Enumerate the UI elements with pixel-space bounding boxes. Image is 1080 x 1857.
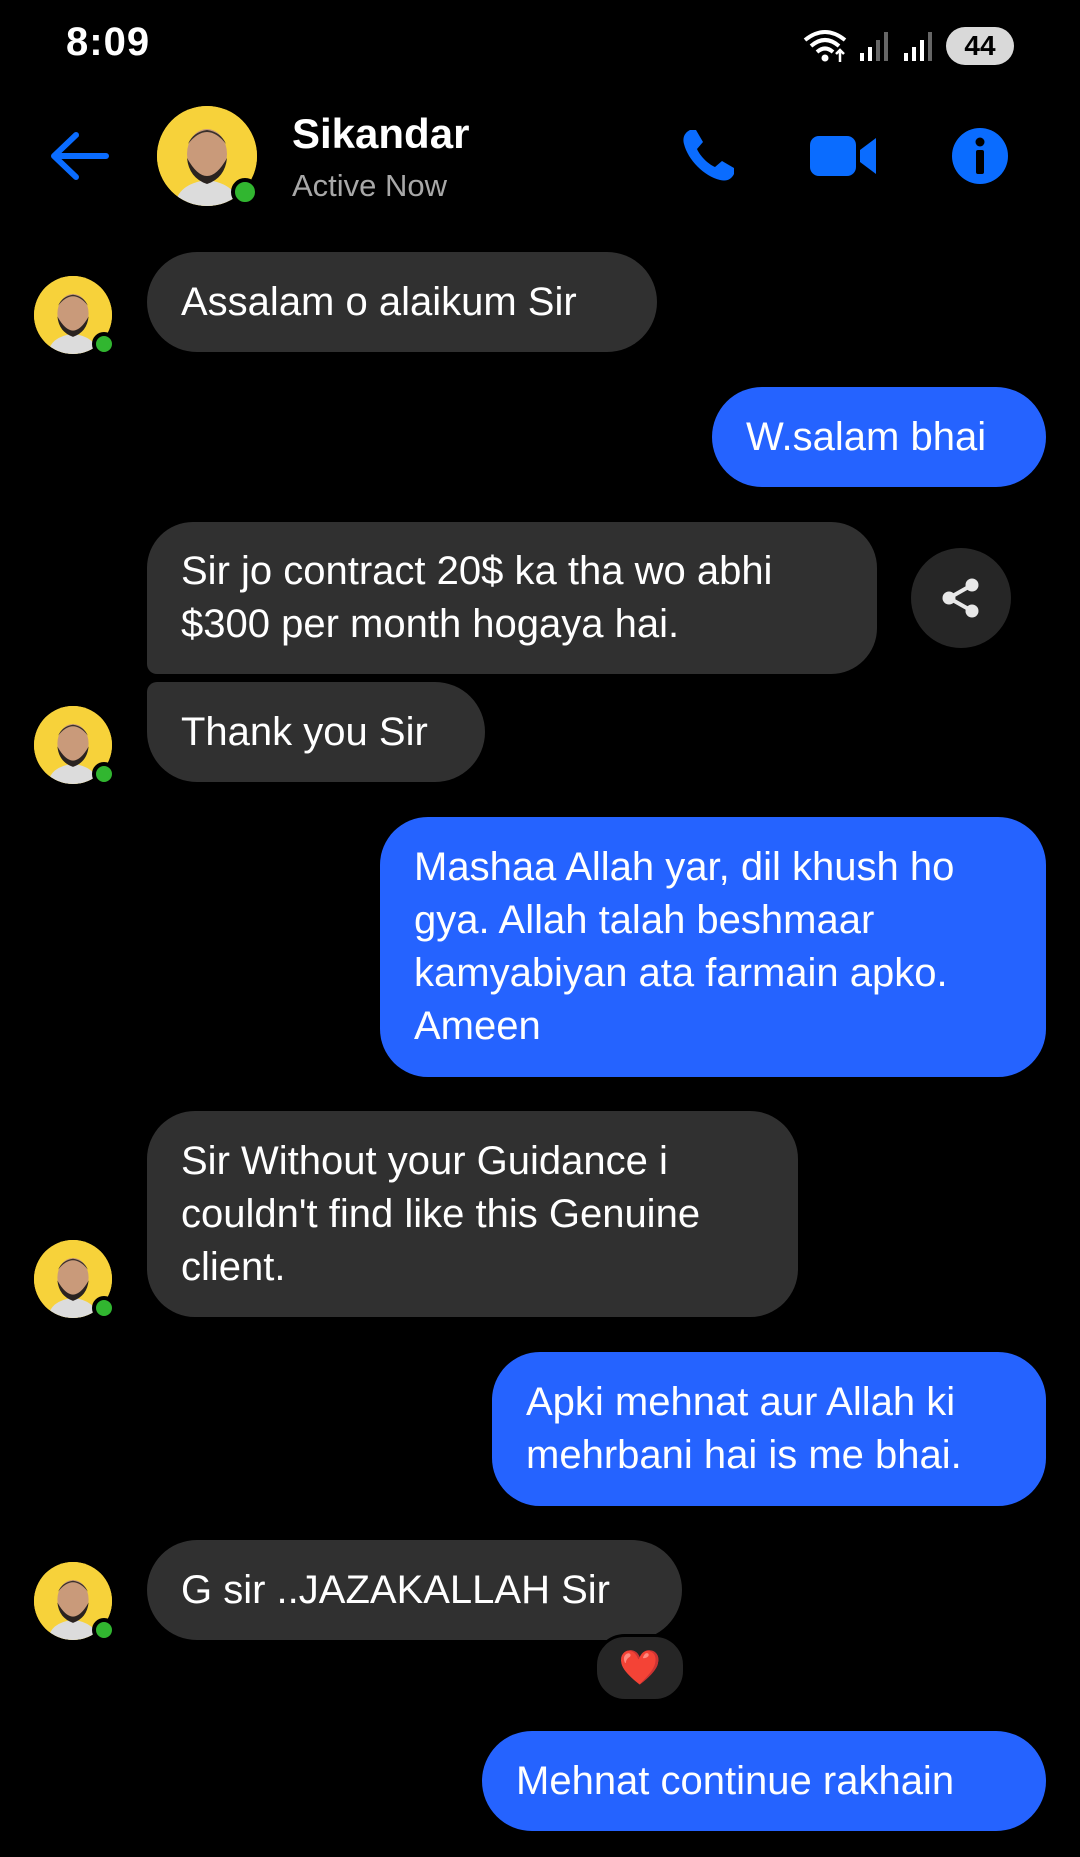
message-text: Mehnat continue rakhain — [516, 1758, 955, 1803]
video-camera-icon — [810, 136, 876, 176]
signal-icon — [904, 32, 932, 61]
heart-icon: ❤️ — [618, 1649, 662, 1687]
message-text: Mashaa Allah yar, dil khush ho gya. Alla… — [414, 845, 955, 1048]
chat-screen: 8:09 44 Sikandar Active Now Assalam o al… — [0, 0, 1080, 1857]
message-bubble-outgoing[interactable]: Apki mehnat aur Allah ki mehrbani hai is… — [492, 1352, 1046, 1506]
message-bubble-incoming[interactable]: Assalam o alaikum Sir — [147, 252, 657, 352]
phone-icon — [683, 130, 734, 181]
message-bubble-incoming[interactable]: Thank you Sir — [147, 682, 485, 782]
chat-header: Sikandar Active Now — [0, 96, 1080, 216]
message-text: Thank you Sir — [181, 709, 428, 754]
contact-avatar[interactable] — [157, 106, 259, 206]
wifi-icon — [803, 30, 847, 62]
online-indicator — [92, 762, 116, 786]
message-bubble-incoming[interactable]: Sir jo contract 20$ ka tha wo abhi $300 … — [147, 522, 877, 674]
contact-name[interactable]: Sikandar — [292, 110, 469, 158]
avatar — [34, 706, 116, 786]
message-bubble-outgoing[interactable]: Mehnat continue rakhain — [482, 1731, 1046, 1831]
sender-avatar[interactable] — [34, 276, 116, 356]
share-icon — [942, 578, 979, 618]
info-button[interactable] — [948, 124, 1012, 188]
call-button[interactable] — [676, 124, 740, 188]
message-text: Apki mehnat aur Allah ki mehrbani hai is… — [526, 1380, 962, 1477]
battery-icon: 44 — [946, 27, 1014, 65]
avatar — [34, 1562, 116, 1642]
message-text: Assalam o alaikum Sir — [181, 279, 577, 324]
back-arrow-icon — [51, 132, 109, 180]
sender-avatar[interactable] — [34, 1240, 116, 1320]
message-bubble-incoming[interactable]: G sir ..JAZAKALLAH Sir — [147, 1540, 682, 1640]
share-button[interactable] — [911, 548, 1011, 648]
sender-avatar[interactable] — [34, 1562, 116, 1642]
message-text: Sir jo contract 20$ ka tha wo abhi $300 … — [181, 549, 773, 646]
message-bubble-outgoing[interactable]: Mashaa Allah yar, dil khush ho gya. Alla… — [380, 817, 1046, 1077]
avatar — [34, 276, 116, 356]
status-icons: 44 — [802, 24, 1014, 68]
message-text: Sir Without your Guidance i couldn't fin… — [181, 1138, 701, 1289]
status-time: 8:09 — [66, 20, 151, 64]
info-icon — [952, 128, 1008, 184]
contact-status: Active Now — [292, 168, 448, 203]
message-bubble-outgoing[interactable]: W.salam bhai — [712, 387, 1046, 487]
heart-reaction[interactable]: ❤️ — [594, 1634, 686, 1702]
online-indicator — [92, 1296, 116, 1320]
back-button[interactable] — [44, 126, 114, 186]
online-indicator — [231, 178, 259, 206]
avatar — [157, 106, 259, 206]
message-bubble-incoming[interactable]: Sir Without your Guidance i couldn't fin… — [147, 1111, 798, 1317]
message-text: W.salam bhai — [746, 414, 987, 459]
message-text: G sir ..JAZAKALLAH Sir — [181, 1567, 610, 1612]
video-call-button[interactable] — [808, 124, 876, 188]
online-indicator — [92, 332, 116, 356]
sender-avatar[interactable] — [34, 706, 116, 786]
online-indicator — [92, 1618, 116, 1642]
signal-icon — [860, 32, 888, 61]
avatar — [34, 1240, 116, 1320]
status-bar: 8:09 44 — [0, 0, 1080, 90]
